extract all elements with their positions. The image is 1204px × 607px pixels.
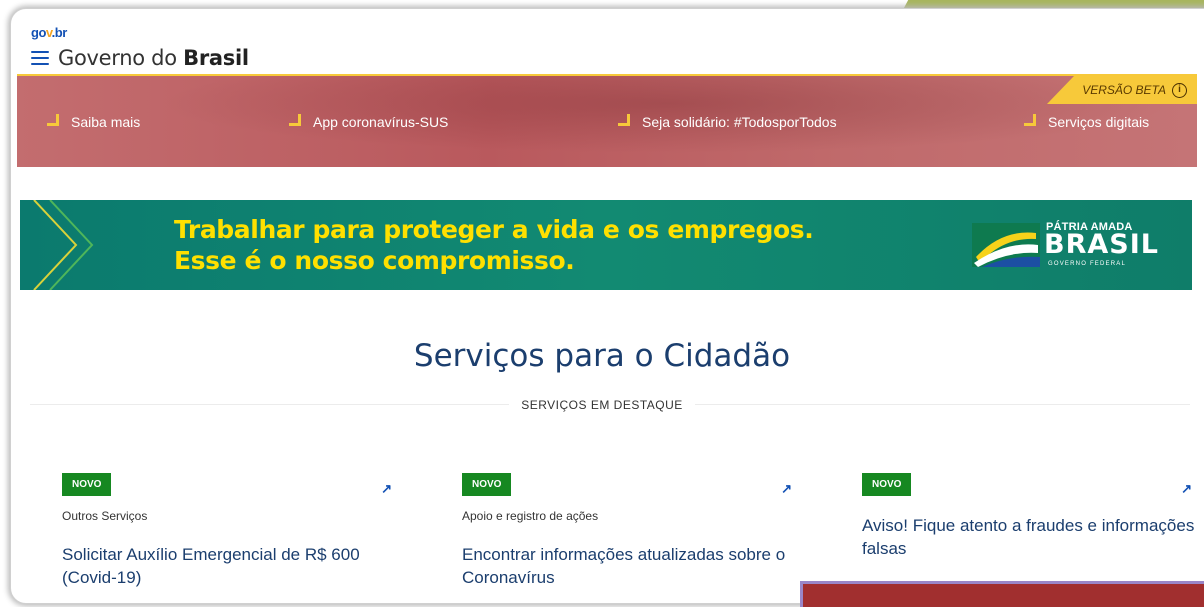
service-card-title[interactable]: Solicitar Auxílio Emergencial de R$ 600 … (62, 543, 398, 589)
band-link-label: App coronavírus-SUS (313, 114, 449, 130)
band-link-servicos-digitais[interactable]: Serviços digitais (1024, 114, 1149, 130)
service-card-auxilio[interactable]: NOVO ↗ Outros Serviços Solicitar Auxílio… (62, 473, 398, 589)
govbr-logo[interactable]: gov.br (31, 25, 67, 40)
band-link-label: Saiba mais (71, 114, 141, 130)
info-icon[interactable]: i (1172, 82, 1187, 98)
site-header: Governo do Brasil (31, 45, 249, 71)
beta-label: VERSÃO BETA (1082, 83, 1166, 97)
services-subtitle-text: SERVIÇOS EM DESTAQUE (509, 398, 695, 412)
governo-federal-text: GOVERNO FEDERAL (1048, 261, 1127, 267)
corner-bullet-icon (618, 114, 630, 126)
arrow-up-right-icon[interactable]: ↗ (1181, 481, 1192, 497)
service-card-title[interactable]: Aviso! Fique atento a fraudes e informaç… (862, 514, 1198, 560)
service-card-aviso[interactable]: NOVO ↗ Aviso! Fique atento a fraudes e i… (862, 473, 1198, 560)
service-category: Apoio e registro de ações (462, 509, 599, 523)
new-badge: NOVO (62, 473, 112, 496)
new-badge: NOVO (462, 473, 512, 496)
corner-bullet-icon (47, 114, 59, 126)
arrow-up-right-icon[interactable]: ↗ (381, 481, 392, 497)
site-title[interactable]: Governo do Brasil (58, 46, 249, 70)
band-link-seja-solidario[interactable]: Seja solidário: #TodosporTodos (618, 114, 837, 130)
menu-icon[interactable] (31, 51, 49, 65)
band-link-label: Seja solidário: #TodosporTodos (642, 114, 837, 130)
service-card-coronavirus[interactable]: NOVO ↗ Apoio e registro de ações Encontr… (462, 473, 798, 589)
new-badge: NOVO (862, 473, 912, 496)
chevron-right-icon (33, 200, 94, 290)
banner-headline: Trabalhar para proteger a vida e os empr… (174, 214, 814, 276)
logo-part-br: .br (51, 25, 68, 40)
band-link-label: Serviços digitais (1048, 114, 1150, 130)
service-card-title[interactable]: Encontrar informações atualizadas sobre … (462, 543, 798, 589)
patria-amada-brasil-logo: PÁTRIA AMADA BRASIL GOVERNO FEDERAL (972, 219, 1168, 275)
logo-part-go: go (31, 25, 46, 40)
site-title-bold: Brasil (183, 46, 249, 70)
brazil-flag-icon (972, 223, 1040, 267)
services-title: Serviços para o Cidadão (413, 338, 791, 374)
campaign-banner[interactable]: Trabalhar para proteger a vida e os empr… (20, 200, 1192, 290)
band-link-saiba-mais[interactable]: Saiba mais (47, 114, 140, 130)
site-title-prefix: Governo do (58, 46, 177, 70)
brasil-text: BRASIL (1044, 229, 1159, 260)
corner-bullet-icon (1024, 114, 1036, 126)
banner-line-1: Trabalhar para proteger a vida e os empr… (174, 215, 814, 244)
services-subtitle: SERVIÇOS EM DESTAQUE (0, 396, 1204, 414)
banner-line-2: Esse é o nosso compromisso. (174, 246, 575, 275)
corner-bullet-icon (289, 114, 301, 126)
slide-caption-box (800, 581, 1204, 607)
arrow-up-right-icon[interactable]: ↗ (781, 481, 792, 497)
covid-links-band: VERSÃO BETA i Saiba mais App coronavírus-… (17, 74, 1197, 167)
service-category: Outros Serviços (62, 509, 148, 523)
band-link-app-coronavirus[interactable]: App coronavírus-SUS (289, 114, 448, 130)
